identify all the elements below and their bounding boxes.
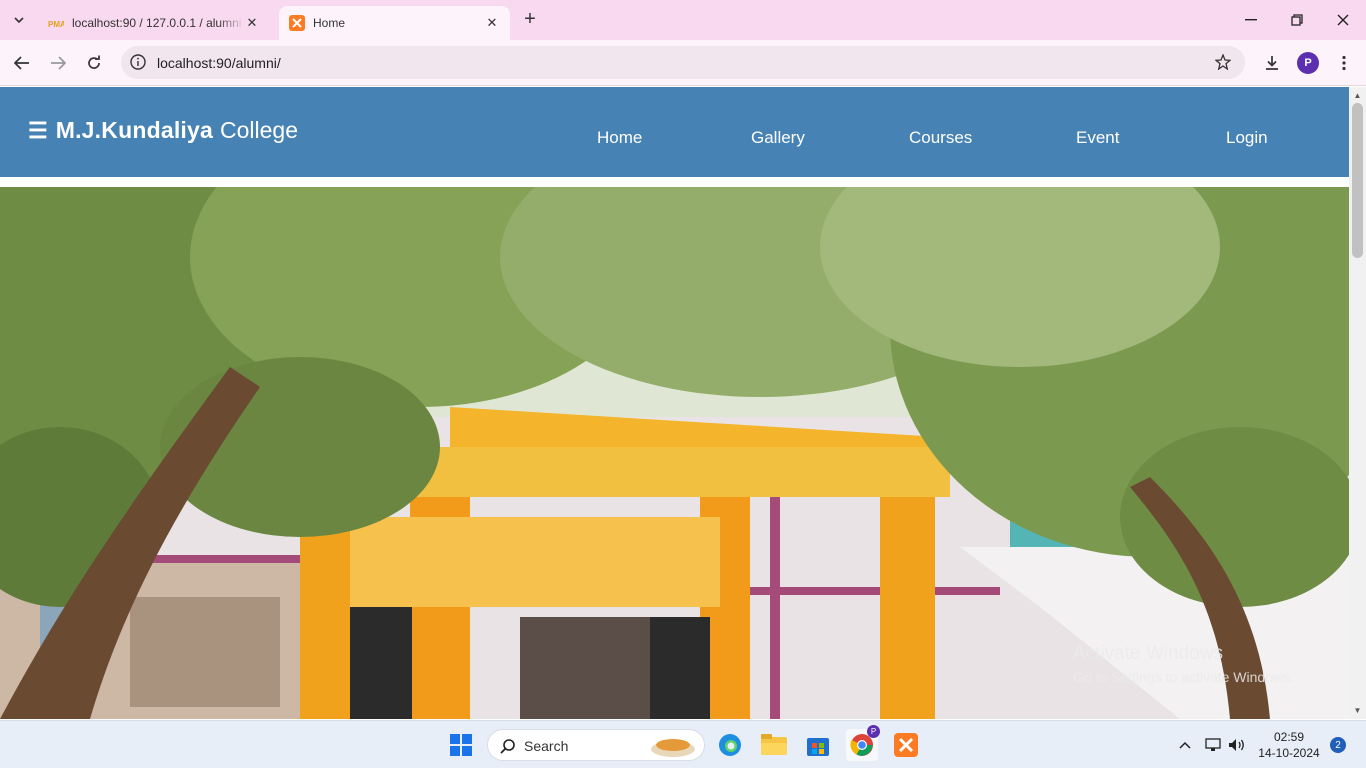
reload-icon[interactable] (81, 50, 107, 76)
xampp-favicon-icon (289, 15, 305, 31)
downloads-icon[interactable] (1259, 50, 1285, 76)
search-highlight-food-icon (651, 739, 695, 757)
tab-close-icon[interactable]: ✕ (244, 15, 260, 31)
tab-phpmyadmin[interactable]: PMA localhost:90 / 127.0.0.1 / alumni ✕ (38, 6, 270, 40)
watermark-subtitle: Go to Settings to activate Windows. (1073, 669, 1294, 685)
scroll-up-arrow-icon[interactable]: ▲ (1353, 91, 1362, 100)
file-explorer-icon[interactable] (758, 729, 790, 761)
watermark-title: Activate Windows (1073, 643, 1223, 664)
close-window-icon[interactable] (1331, 8, 1355, 32)
search-placeholder: Search (524, 738, 569, 754)
page-viewport: ☰ M.J.Kundaliya College Home Gallery Cou… (0, 87, 1349, 719)
tab-home[interactable]: Home ✕ (279, 6, 510, 40)
search-icon (500, 739, 515, 754)
tab-search-chevron-icon[interactable] (6, 7, 32, 33)
clock-date: 14-10-2024 (1258, 746, 1320, 760)
microsoft-store-icon[interactable] (802, 729, 834, 761)
tab-title: localhost:90 / 127.0.0.1 / alumni (72, 16, 242, 30)
nav-event[interactable]: Event (1076, 128, 1119, 148)
bookmark-star-icon[interactable] (1213, 52, 1233, 72)
address-bar[interactable]: localhost:90/alumni/ (121, 46, 1245, 79)
tab-title: Home (313, 16, 346, 30)
forward-arrow-icon[interactable] (45, 50, 71, 76)
phpmyadmin-favicon-icon: PMA (48, 15, 64, 31)
nav-courses[interactable]: Courses (909, 128, 972, 148)
activate-windows-watermark: Activate Windows Go to Settings to activ… (1073, 643, 1294, 685)
site-header: ☰ M.J.Kundaliya College Home Gallery Cou… (0, 87, 1349, 177)
browser-tab-strip: PMA localhost:90 / 127.0.0.1 / alumni ✕ … (0, 0, 1366, 40)
main-navigation: Home Gallery Courses Event Login (0, 128, 1349, 150)
tray-chevron-up-icon[interactable] (1175, 735, 1195, 755)
restore-icon[interactable] (1285, 8, 1309, 32)
college-building-image (0, 187, 1349, 719)
nav-login[interactable]: Login (1226, 128, 1268, 148)
taskbar-search-box[interactable]: Search (487, 729, 705, 761)
new-tab-plus-icon[interactable]: + (518, 8, 542, 32)
scrollbar-thumb[interactable] (1352, 103, 1363, 258)
profile-avatar[interactable]: P (1297, 52, 1319, 74)
scroll-down-arrow-icon[interactable]: ▼ (1353, 706, 1362, 715)
svg-text:PMA: PMA (48, 20, 64, 29)
notification-badge[interactable]: 2 (1330, 737, 1346, 753)
chrome-icon[interactable]: P (846, 725, 880, 761)
volume-icon[interactable] (1227, 735, 1247, 755)
system-clock[interactable]: 02:59 14-10-2024 (1256, 729, 1322, 761)
back-arrow-icon[interactable] (9, 50, 35, 76)
windows-start-icon[interactable] (445, 729, 477, 761)
tab-close-icon[interactable]: ✕ (484, 15, 500, 31)
nav-home[interactable]: Home (597, 128, 642, 148)
browser-toolbar: localhost:90/alumni/ P (0, 40, 1366, 86)
url-text: localhost:90/alumni/ (157, 55, 281, 71)
network-icon[interactable] (1203, 735, 1223, 755)
hero-college-photo (0, 187, 1349, 719)
clock-time: 02:59 (1273, 730, 1305, 744)
chrome-profile-badge: P (867, 725, 880, 738)
windows-taskbar: Search P 02:59 14-10-2024 2 (0, 720, 1366, 768)
browser-menu-icon[interactable] (1331, 50, 1357, 76)
xampp-icon[interactable] (890, 729, 922, 761)
site-info-icon[interactable] (129, 53, 147, 71)
minimize-icon[interactable] (1239, 8, 1263, 32)
nav-gallery[interactable]: Gallery (751, 128, 805, 148)
page-scrollbar[interactable]: ▲ ▼ (1349, 87, 1366, 719)
edge-browser-icon[interactable] (714, 729, 746, 761)
